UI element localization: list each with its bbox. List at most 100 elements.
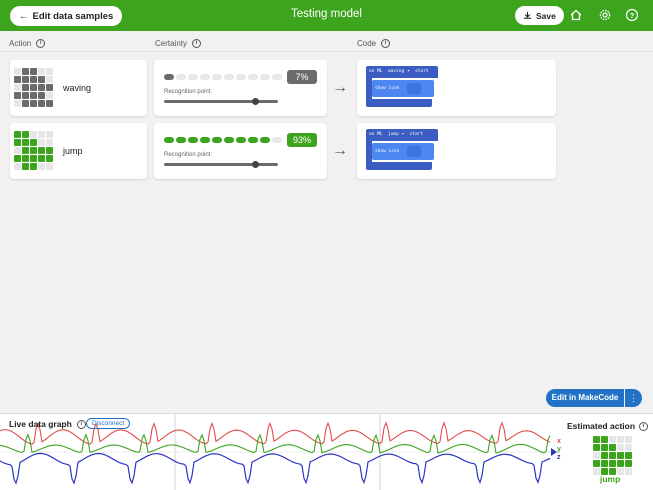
led-cell	[30, 131, 37, 138]
block-trigger-label: start	[409, 132, 424, 137]
recognition-point-label: Recognition point:	[164, 89, 213, 95]
edit-in-makecode-button[interactable]: Edit in MakeCode	[546, 389, 624, 407]
on-ml-event-block: on ML jump ▾ start	[366, 129, 438, 141]
certainty-segment	[176, 137, 186, 143]
led-cell	[46, 68, 53, 75]
action-column-label: Action	[9, 39, 32, 48]
led-pattern-icon	[407, 83, 421, 94]
led-cell	[14, 100, 21, 107]
slider-handle[interactable]	[251, 161, 259, 168]
certainty-segment	[200, 74, 210, 80]
block-bottom	[366, 162, 432, 170]
certainty-segment	[248, 137, 258, 143]
led-cell	[22, 139, 29, 146]
led-cell	[593, 436, 600, 443]
estimated-action-led-icon	[593, 436, 632, 475]
led-cell	[601, 452, 608, 459]
certainty-card-jump: 93% Recognition point:	[154, 123, 327, 179]
home-icon[interactable]	[569, 8, 583, 22]
certainty-segment	[224, 137, 234, 143]
led-cell	[609, 436, 616, 443]
action-column-header: Action i	[9, 39, 46, 48]
recognition-point-slider[interactable]	[164, 161, 278, 168]
led-icon-jump	[14, 131, 53, 170]
led-cell	[14, 92, 21, 99]
certainty-segment	[188, 137, 198, 143]
info-icon[interactable]: i	[36, 39, 46, 48]
led-cell	[38, 131, 45, 138]
save-button[interactable]: Save	[515, 6, 564, 25]
led-cell	[625, 436, 632, 443]
header-divider	[0, 51, 653, 52]
led-pattern-icon	[407, 146, 421, 157]
led-cell	[22, 100, 29, 107]
certainty-segment	[260, 137, 270, 143]
show-icon-block: show icon	[372, 80, 434, 97]
recognition-point-label: Recognition point:	[164, 152, 213, 158]
certainty-column-header: Certainty i	[155, 39, 202, 48]
certainty-segment	[236, 137, 246, 143]
certainty-segment	[164, 137, 174, 143]
led-cell	[22, 76, 29, 83]
code-column-header: Code i	[357, 39, 391, 48]
makecode-block: on ML waving ▾ start show icon	[366, 66, 439, 110]
led-cell	[46, 84, 53, 91]
led-cell	[30, 139, 37, 146]
info-icon[interactable]: i	[381, 39, 391, 48]
led-cell	[46, 163, 53, 170]
led-cell	[593, 444, 600, 451]
led-cell	[625, 452, 632, 459]
led-cell	[38, 147, 45, 154]
more-options-button[interactable]: ⋮	[625, 389, 642, 407]
certainty-card-waving: 7% Recognition point:	[154, 60, 327, 116]
certainty-column-label: Certainty	[155, 39, 188, 48]
top-bar: ← Edit data samples Testing model Save ?	[0, 0, 653, 31]
block-inner-label: show icon	[375, 149, 400, 154]
disconnect-button[interactable]: Disconnect	[86, 418, 131, 429]
led-cell	[617, 452, 624, 459]
led-cell	[46, 139, 53, 146]
certainty-segment	[224, 74, 234, 80]
led-cell	[38, 100, 45, 107]
led-cell	[38, 92, 45, 99]
certainty-segment	[188, 74, 198, 80]
y-axis-trace	[0, 433, 551, 454]
led-cell	[46, 147, 53, 154]
certainty-bar	[164, 74, 282, 80]
info-icon[interactable]: i	[76, 419, 86, 429]
settings-gear-icon[interactable]	[598, 8, 612, 22]
led-cell	[46, 131, 53, 138]
led-cell	[38, 84, 45, 91]
led-cell	[14, 155, 21, 162]
estimated-action-title: Estimated action i	[567, 421, 649, 431]
info-icon[interactable]: i	[639, 421, 649, 431]
code-card-waving[interactable]: on ML waving ▾ start show icon	[357, 60, 556, 116]
help-icon[interactable]: ?	[625, 8, 639, 22]
led-cell	[22, 147, 29, 154]
code-card-jump[interactable]: on ML jump ▾ start show icon	[357, 123, 556, 179]
z-axis-trace	[0, 452, 551, 485]
recognition-point-slider[interactable]	[164, 98, 278, 105]
led-cell	[593, 460, 600, 467]
info-icon[interactable]: i	[192, 39, 202, 48]
certainty-segment	[212, 74, 222, 80]
led-cell	[30, 147, 37, 154]
arrow-right-icon: →	[332, 142, 348, 159]
certainty-segment	[272, 74, 282, 80]
certainty-segment	[164, 74, 174, 80]
led-cell	[601, 460, 608, 467]
certainty-segment	[272, 137, 282, 143]
led-cell	[14, 76, 21, 83]
block-event-label: on ML	[369, 132, 383, 137]
action-name: jump	[63, 146, 83, 156]
led-cell	[46, 76, 53, 83]
led-cell	[30, 84, 37, 91]
led-cell	[38, 76, 45, 83]
led-cell	[30, 68, 37, 75]
led-cell	[46, 92, 53, 99]
led-cell	[30, 76, 37, 83]
slider-handle[interactable]	[251, 98, 259, 105]
certainty-bar	[164, 137, 282, 143]
led-cell	[22, 155, 29, 162]
download-icon	[523, 11, 532, 19]
